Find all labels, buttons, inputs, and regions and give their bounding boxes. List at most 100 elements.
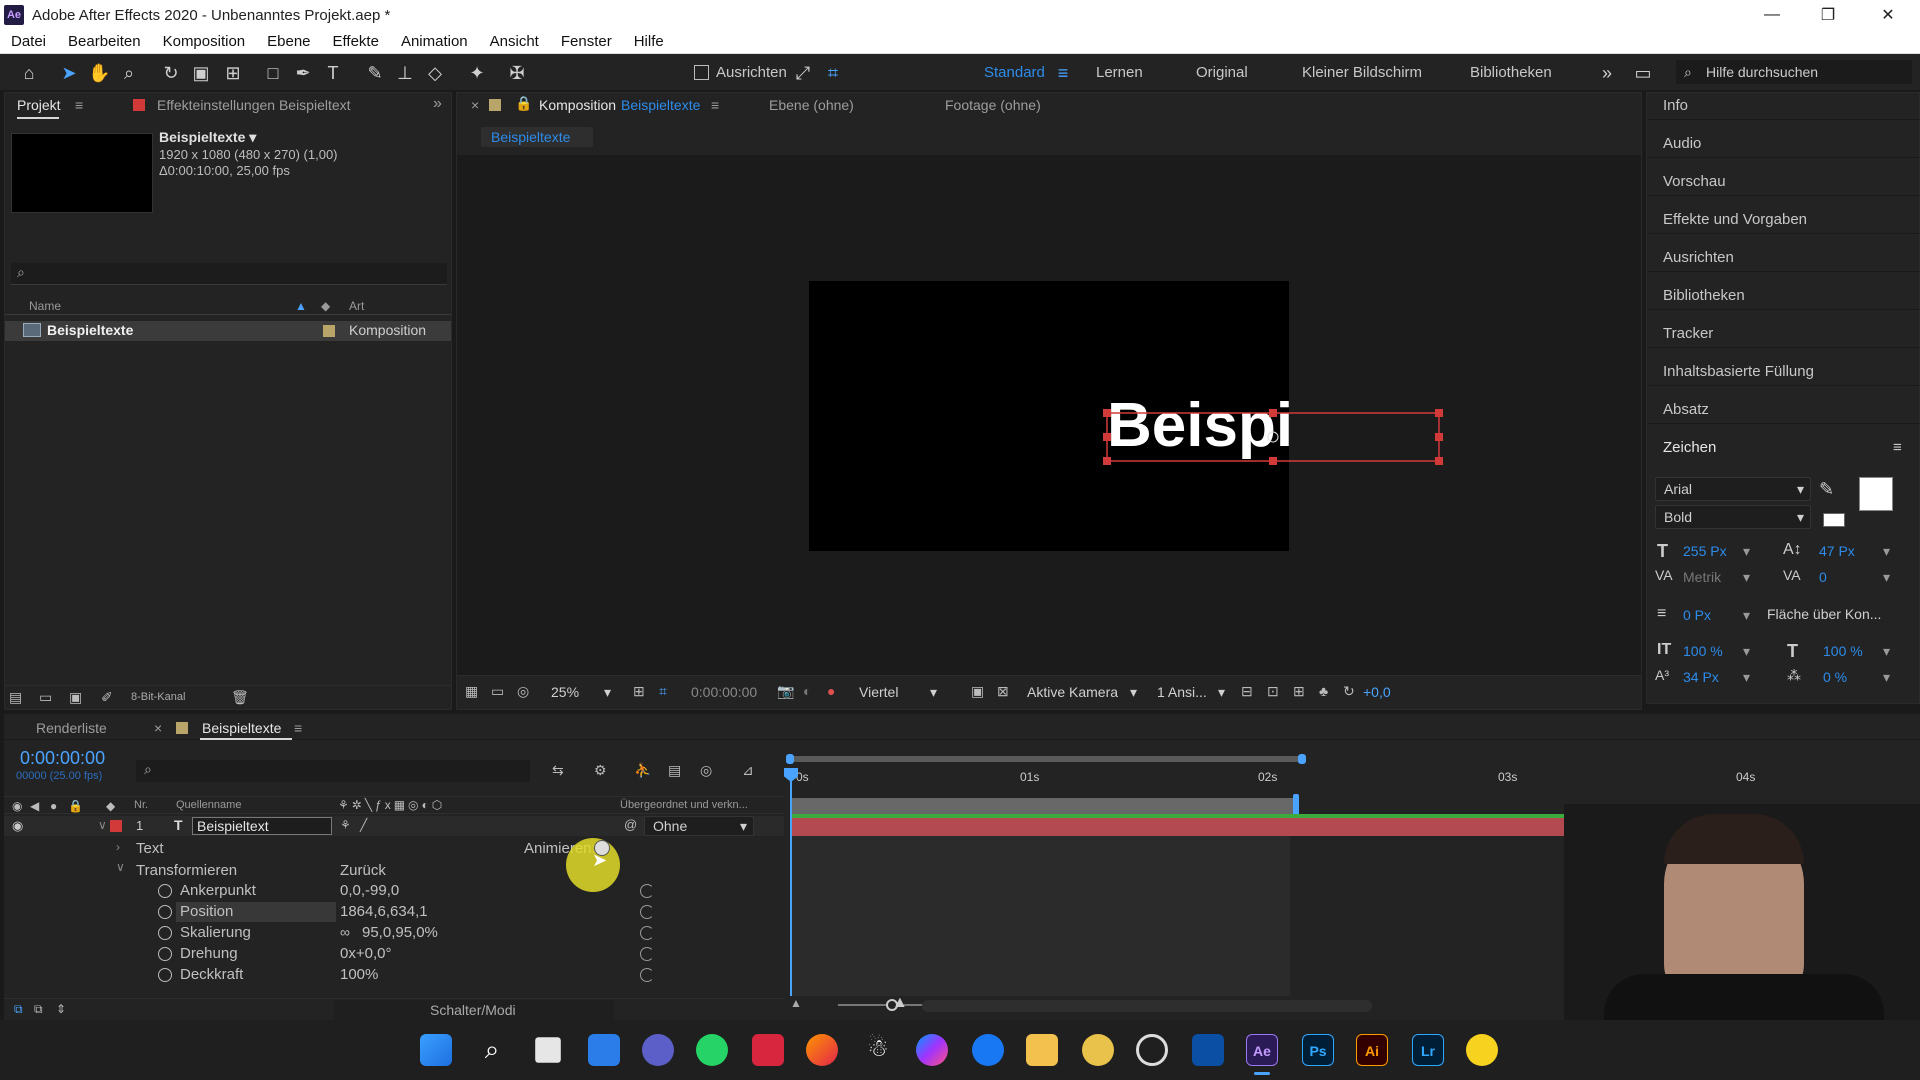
chevron-down-icon[interactable]: ▾ bbox=[1743, 607, 1750, 624]
character-menu-icon[interactable]: ≡ bbox=[1893, 439, 1902, 456]
interpret-footage-icon[interactable]: ▤ bbox=[9, 689, 22, 706]
panel-effects-presets[interactable]: Effekte und Vorgaben bbox=[1663, 211, 1807, 228]
transform-group[interactable]: Transformieren bbox=[136, 862, 237, 879]
work-area-bar[interactable] bbox=[786, 754, 1306, 764]
panel-overflow-icon[interactable]: » bbox=[433, 95, 442, 113]
workspace-bibliotheken[interactable]: Bibliotheken bbox=[1470, 64, 1552, 81]
exposure-value[interactable]: +0,0 bbox=[1363, 684, 1391, 700]
workspace-panel-icon[interactable]: ▭ bbox=[1632, 62, 1654, 84]
collapse-transform-icon[interactable]: ⚘ bbox=[340, 818, 351, 832]
stopwatch-icon[interactable] bbox=[158, 968, 172, 982]
horizontal-scale-value[interactable]: 100 % bbox=[1823, 643, 1863, 659]
zoom-out-icon[interactable]: ▲ bbox=[790, 996, 802, 1010]
constrain-proportions-icon[interactable]: ∞ bbox=[340, 924, 350, 940]
comp-breadcrumb[interactable]: Beispieltexte bbox=[481, 127, 593, 147]
home-icon[interactable]: ⌂ bbox=[18, 62, 40, 84]
leading-value[interactable]: 47 Px bbox=[1819, 543, 1855, 559]
text-group[interactable]: Text bbox=[136, 840, 164, 857]
norton-icon[interactable] bbox=[1466, 1034, 1498, 1066]
stroke-type-dropdown[interactable]: Fläche über Kon... bbox=[1759, 603, 1915, 627]
column-name[interactable]: Name bbox=[29, 299, 61, 313]
file-explorer-icon[interactable] bbox=[1026, 1034, 1058, 1066]
layer-row[interactable]: ◉ ∨ 1 T Beispieltext ⚘ ╱ @ Ohne ▾ bbox=[4, 816, 784, 836]
position-value[interactable]: 1864,6,634,1 bbox=[340, 903, 428, 920]
capcut-icon[interactable] bbox=[1192, 1034, 1224, 1066]
chrome-canary-icon[interactable] bbox=[1082, 1034, 1114, 1066]
monitor-icon[interactable]: ▭ bbox=[491, 683, 504, 700]
menu-effekte[interactable]: Effekte bbox=[322, 33, 390, 50]
stroke-width-value[interactable]: 0 Px bbox=[1683, 607, 1711, 623]
expression-pick-whip-icon[interactable] bbox=[640, 968, 654, 982]
chevron-down-icon[interactable]: ▾ bbox=[1743, 569, 1750, 586]
panel-zeichen[interactable]: Zeichen bbox=[1663, 439, 1716, 456]
panel-vorschau[interactable]: Vorschau bbox=[1663, 173, 1726, 190]
obs-icon[interactable] bbox=[1136, 1034, 1168, 1066]
task-view-icon[interactable] bbox=[535, 1037, 561, 1063]
transparency-grid-icon[interactable]: ⊠ bbox=[997, 683, 1009, 700]
zoom-dropdown[interactable]: 25% ▾ bbox=[543, 681, 615, 705]
facebook-icon[interactable] bbox=[972, 1034, 1004, 1066]
zoom-in-icon[interactable]: ▲ bbox=[892, 994, 908, 1012]
chevron-down-icon[interactable]: ▾ bbox=[1743, 543, 1750, 560]
graph-editor-icon[interactable]: ⊿ bbox=[742, 762, 754, 779]
chevron-down-icon[interactable]: ▾ bbox=[1883, 569, 1890, 586]
rectangle-tool-icon[interactable]: □ bbox=[262, 62, 284, 84]
menu-bearbeiten[interactable]: Bearbeiten bbox=[57, 33, 152, 50]
default-colors-icon[interactable] bbox=[1823, 513, 1845, 527]
whatsapp-icon[interactable] bbox=[696, 1034, 728, 1066]
tab-project[interactable]: Projekt bbox=[17, 97, 61, 113]
reset-exposure-icon[interactable]: ⊡ bbox=[1267, 683, 1279, 700]
expression-pick-whip-icon[interactable] bbox=[640, 905, 654, 919]
layer-visibility-icon[interactable]: ◉ bbox=[12, 818, 23, 834]
views-dropdown[interactable]: 1 Ansi... ▾ bbox=[1149, 681, 1229, 705]
menu-animation[interactable]: Animation bbox=[390, 33, 479, 50]
minimize-button[interactable]: — bbox=[1744, 0, 1800, 30]
app-icon[interactable]: ☃ bbox=[862, 1034, 894, 1066]
font-style-dropdown[interactable]: Bold ▾ bbox=[1655, 505, 1811, 529]
close-tab-icon[interactable]: × bbox=[471, 97, 479, 113]
trash-icon[interactable]: 🗑 bbox=[231, 689, 249, 706]
scale-value[interactable]: 95,0,95,0% bbox=[362, 924, 438, 941]
project-settings-icon[interactable]: ✐ bbox=[101, 689, 113, 706]
vertical-scale-value[interactable]: 100 % bbox=[1683, 643, 1723, 659]
teams-chat-icon[interactable] bbox=[642, 1034, 674, 1066]
exposure-icon[interactable]: ↻ bbox=[1343, 683, 1355, 700]
parent-dropdown[interactable]: Ohne ▾ bbox=[644, 816, 754, 836]
more-workspaces-icon[interactable]: » bbox=[1596, 62, 1618, 84]
eraser-tool-icon[interactable]: ◇ bbox=[424, 62, 446, 84]
hand-tool-icon[interactable]: ✋ bbox=[88, 62, 110, 84]
draft-3d-icon[interactable]: ⚙ bbox=[594, 762, 607, 779]
chevron-down-icon[interactable]: ▾ bbox=[1883, 643, 1890, 660]
photoshop-icon[interactable]: Ps bbox=[1302, 1034, 1334, 1066]
always-preview-icon[interactable]: ▦ bbox=[465, 683, 478, 700]
camera-dropdown[interactable]: Aktive Kamera ▾ bbox=[1019, 681, 1141, 705]
type-tool-icon[interactable]: T bbox=[322, 62, 344, 84]
snapshot-icon[interactable]: 📷 bbox=[777, 683, 794, 700]
in-out-icon[interactable]: ⇕ bbox=[56, 1002, 66, 1016]
tab-effect-controls[interactable]: Effekteinstellungen Beispieltext bbox=[157, 97, 351, 113]
chevron-down-icon[interactable]: ▾ bbox=[1883, 669, 1890, 686]
workspace-lernen[interactable]: Lernen bbox=[1096, 64, 1143, 81]
widgets-icon[interactable] bbox=[588, 1034, 620, 1066]
messenger-icon[interactable] bbox=[916, 1034, 948, 1066]
rotation-value[interactable]: 0x+0,0° bbox=[340, 945, 391, 962]
close-button[interactable]: ✕ bbox=[1860, 0, 1916, 30]
column-type[interactable]: Art bbox=[349, 299, 364, 313]
fill-color-swatch[interactable] bbox=[1859, 477, 1893, 511]
brush-tool-icon[interactable]: ✎ bbox=[364, 62, 386, 84]
help-search-input[interactable]: ⌕ Hilfe durchsuchen bbox=[1676, 60, 1912, 84]
camera-tool-icon[interactable]: ▣ bbox=[190, 62, 212, 84]
stopwatch-icon[interactable] bbox=[158, 926, 172, 940]
time-ruler[interactable]: 0s 01s 02s 03s 04s bbox=[786, 764, 1916, 796]
panel-tracker[interactable]: Tracker bbox=[1663, 325, 1713, 342]
stopwatch-icon[interactable] bbox=[158, 947, 172, 961]
workspace-standard[interactable]: Standard bbox=[984, 64, 1045, 81]
resolution-grid-icon[interactable]: ⊞ bbox=[633, 683, 645, 700]
current-timecode[interactable]: 0:00:00:00 bbox=[20, 748, 105, 769]
illustrator-icon[interactable]: Ai bbox=[1356, 1034, 1388, 1066]
pan-behind-tool-icon[interactable]: ⊞ bbox=[222, 62, 244, 84]
panel-audio[interactable]: Audio bbox=[1663, 135, 1701, 152]
after-effects-icon[interactable]: Ae bbox=[1246, 1034, 1278, 1066]
stopwatch-icon[interactable] bbox=[158, 884, 172, 898]
opacity-value[interactable]: 100% bbox=[340, 966, 378, 983]
